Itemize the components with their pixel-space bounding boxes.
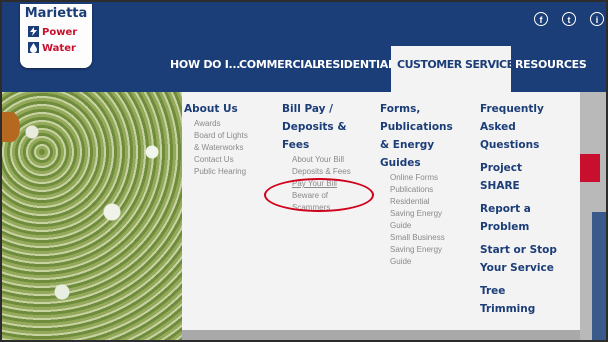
link-deposits-fees[interactable]: Deposits & Fees [292,166,351,178]
link-contact-us[interactable]: Contact Us [194,154,248,166]
link-project-share-1[interactable]: Project [480,159,557,177]
heading-forms-1[interactable]: Forms, [380,100,453,118]
logo-bolt-icon [28,26,39,37]
link-about-your-bill[interactable]: About Your Bill [292,154,351,166]
link-residential-guide-3[interactable]: Guide [390,220,453,232]
link-board-of-lights-2[interactable]: & Waterworks [194,142,248,154]
heading-about-us[interactable]: About Us [184,100,248,118]
screenshot-frame: Marietta Power Water f t i HOW DO I... C… [2,2,606,340]
orange-leaf-accent [2,112,20,142]
nav-resources[interactable]: RESOURCES [515,58,587,74]
link-board-of-lights-1[interactable]: Board of Lights [194,130,248,142]
link-residential-guide-1[interactable]: Residential [390,196,453,208]
heading-bill-pay-3[interactable]: Fees [282,136,351,154]
logo-drop-icon [28,42,39,53]
red-side-tab [580,154,600,182]
logo-line-1: Marietta [24,6,88,21]
logo-line-2: Power [42,27,78,38]
about-us-links: Awards Board of Lights & Waterworks Cont… [184,118,248,178]
link-small-business-guide-2[interactable]: Saving Energy [390,244,453,256]
logo-line-2-row: Power [28,26,77,38]
link-publications[interactable]: Publications [390,184,453,196]
column-about-us: About Us Awards Board of Lights & Waterw… [184,100,248,178]
heading-faq-1[interactable]: Frequently [480,100,557,118]
tree-background-photo [2,92,182,340]
column-faq: Frequently Asked Questions Project SHARE… [480,100,557,318]
heading-forms-4[interactable]: Guides [380,154,453,172]
instagram-icon[interactable]: i [590,12,604,26]
site-logo[interactable]: Marietta Power Water [20,4,92,68]
link-public-hearing[interactable]: Public Hearing [194,166,248,178]
link-tree-trimming-1[interactable]: Tree [480,282,557,300]
nav-residential[interactable]: RESIDENTIAL [317,58,395,74]
nav-customer-services[interactable]: CUSTOMER SERVICES [391,46,522,92]
nav-commercial[interactable]: COMMERCIAL [239,58,319,74]
heading-faq-3[interactable]: Questions [480,136,557,154]
link-online-forms[interactable]: Online Forms [390,172,453,184]
heading-forms-2[interactable]: Publications [380,118,453,136]
link-start-stop-service-1[interactable]: Start or Stop [480,241,557,259]
side-photo [592,212,606,340]
forms-links: Online Forms Publications Residential Sa… [380,172,453,268]
customer-services-dropdown: About Us Awards Board of Lights & Waterw… [182,92,580,330]
logo-line-3-row: Water [28,42,76,54]
link-small-business-guide-1[interactable]: Small Business [390,232,453,244]
link-small-business-guide-3[interactable]: Guide [390,256,453,268]
heading-faq-2[interactable]: Asked [480,118,557,136]
link-start-stop-service-2[interactable]: Your Service [480,259,557,277]
highlight-circle [264,178,374,212]
twitter-icon[interactable]: t [562,12,576,26]
link-report-problem-2[interactable]: Problem [480,218,557,236]
link-residential-guide-2[interactable]: Saving Energy [390,208,453,220]
link-tree-trimming-2[interactable]: Trimming [480,300,557,318]
link-project-share-2[interactable]: SHARE [480,177,557,195]
facebook-icon[interactable]: f [534,12,548,26]
link-awards[interactable]: Awards [194,118,248,130]
column-forms: Forms, Publications & Energy Guides Onli… [380,100,453,268]
nav-customer-services-label: CUSTOMER SERVICES [397,58,522,71]
heading-forms-3[interactable]: & Energy [380,136,453,154]
site-header: Marietta Power Water f t i HOW DO I... C… [2,2,606,92]
link-report-problem-1[interactable]: Report a [480,200,557,218]
heading-bill-pay-1[interactable]: Bill Pay / [282,100,351,118]
nav-how-do-i[interactable]: HOW DO I... [170,58,240,74]
heading-bill-pay-2[interactable]: Deposits & [282,118,351,136]
logo-line-3: Water [42,43,76,54]
